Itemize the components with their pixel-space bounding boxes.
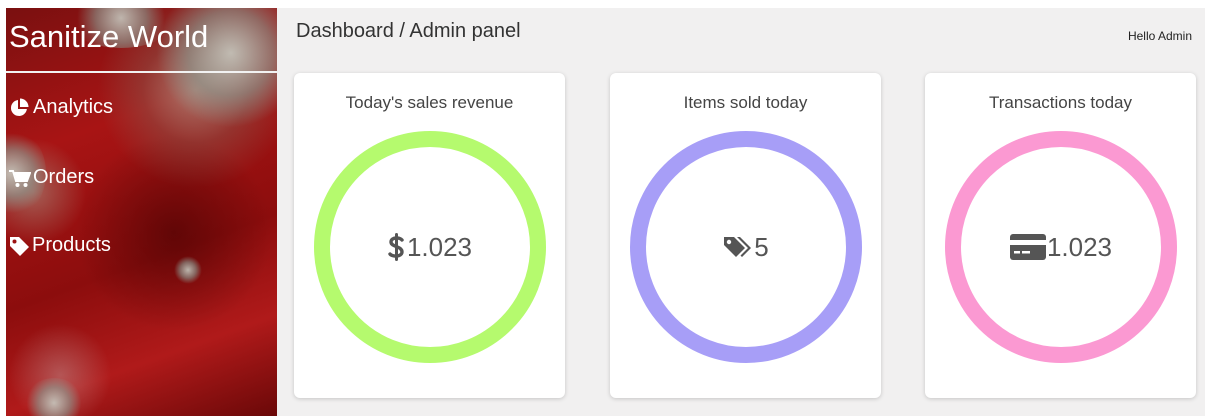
card-title: Items sold today — [683, 93, 808, 112]
shopping-cart-icon — [9, 168, 31, 188]
credit-card-icon — [1009, 234, 1046, 260]
card-title: Transactions today — [989, 93, 1132, 112]
stat-value: 1.023 — [961, 147, 1161, 347]
stat-value: 1.023 — [330, 147, 530, 347]
stat-card-items-sold: Items sold today 5 — [610, 73, 881, 398]
sidebar-item-products[interactable]: Products — [9, 234, 111, 257]
stat-card-transactions: Transactions today 1.023 — [925, 73, 1196, 398]
sidebar: Sanitize World Analytics Orders Products — [6, 8, 277, 416]
sidebar-item-label: Orders — [33, 166, 95, 188]
brand-title: Sanitize World — [9, 19, 209, 54]
stat-card-sales-revenue: Today's sales revenue 1.023 — [294, 73, 565, 398]
progress-ring: 5 — [630, 131, 862, 363]
user-greeting: Hello Admin — [1127, 29, 1192, 43]
page-title: Dashboard / Admin panel — [296, 20, 521, 42]
sidebar-item-analytics[interactable]: Analytics — [9, 96, 113, 119]
stat-number: 1.023 — [406, 231, 473, 262]
stat-value: 5 — [646, 147, 846, 347]
sidebar-item-label: Analytics — [33, 96, 114, 118]
dollar-icon — [388, 233, 405, 261]
pie-chart-icon — [9, 98, 29, 118]
tags-icon — [723, 235, 753, 259]
stat-number: 1.023 — [1046, 231, 1113, 262]
sidebar-item-label: Products — [32, 234, 111, 256]
tag-icon — [9, 236, 31, 256]
main-content: Dashboard / Admin panel Hello Admin Toda… — [277, 8, 1205, 416]
progress-ring: 1.023 — [945, 131, 1177, 363]
stat-number: 5 — [754, 231, 769, 262]
card-title: Today's sales revenue — [345, 93, 514, 112]
sidebar-item-orders[interactable]: Orders — [9, 166, 94, 189]
progress-ring: 1.023 — [314, 131, 546, 363]
brand[interactable]: Sanitize World — [6, 8, 277, 73]
